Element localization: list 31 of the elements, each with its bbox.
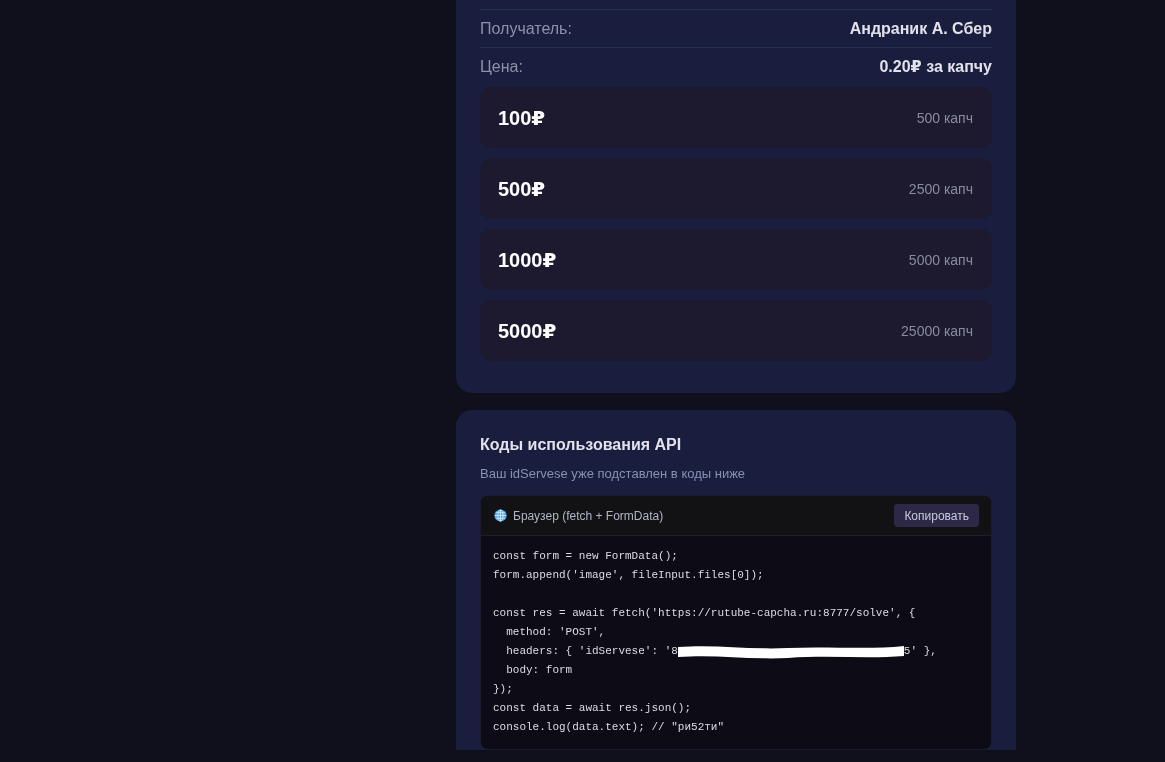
code-line: 5' }, [903,644,937,659]
code-line: const res = await fetch('https://rutube-capcha.ru:8777/solve', { [493,606,916,621]
detail-label: Цена: [480,57,523,76]
package-captcha-count: 25000 капч [901,322,973,339]
package-price: 100₽ [498,105,546,130]
package-captcha-count: 2500 капч [908,180,973,197]
detail-value: Андраник А. Сбер [849,19,992,38]
detail-label: Получатель: [480,19,572,38]
package-option[interactable]: 500₽ 2500 капч [480,158,992,219]
package-captcha-count: 500 капч [916,109,973,126]
package-price: 1000₽ [498,247,557,272]
code-line: }); [493,682,513,697]
code-block-label: Браузер (fetch + FormData) [513,508,664,523]
package-captcha-count: 5000 капч [908,251,973,268]
package-option[interactable]: 5000₽ 25000 капч [480,300,992,361]
package-option[interactable]: 100₽ 500 капч [480,87,992,148]
section-title: Коды использования API [480,435,682,455]
package-option[interactable]: 1000₽ 5000 капч [480,229,992,290]
package-price: 500₽ [498,176,546,201]
code-line: headers: { 'idServese': '8 [505,644,678,659]
code-line: body: form [505,663,573,678]
globe-icon [494,509,507,522]
copy-button[interactable]: Копировать [894,504,979,527]
section-subtitle: Ваш idServese уже подставлен в коды ниже [480,465,746,483]
code-line: const form = new FormData(); [493,549,678,564]
code-line: form.append('image', fileInput.files[0]); [493,568,764,583]
code-line: method: 'POST', [505,625,606,640]
package-price: 5000₽ [498,318,557,343]
code-line: console.log(data.text); // "ри52ти" [493,720,725,735]
code-line: const data = await res.json(); [493,701,692,716]
detail-value: 0.20₽ за капчу [879,57,992,76]
